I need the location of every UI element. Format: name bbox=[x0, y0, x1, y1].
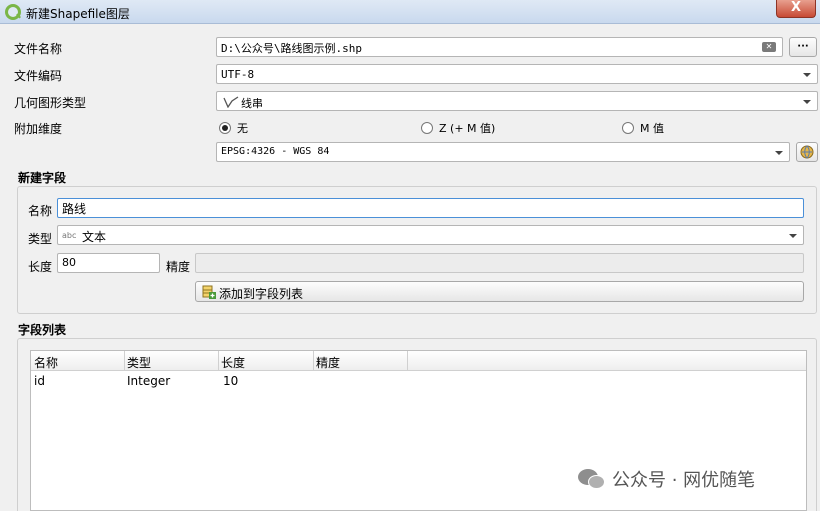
title-bar: 新建Shapefile图层 X bbox=[0, 0, 820, 24]
crs-select[interactable]: EPSG:4326 - WGS 84 bbox=[216, 142, 790, 162]
file-name-value: D:\公众号\路线图示例.shp bbox=[221, 42, 362, 55]
close-button[interactable]: X bbox=[776, 0, 816, 18]
window-title: 新建Shapefile图层 bbox=[26, 7, 130, 21]
field-length-value: 80 bbox=[62, 256, 76, 269]
crs-value: EPSG:4326 - WGS 84 bbox=[221, 146, 330, 157]
radio-none[interactable]: 无 bbox=[219, 120, 248, 136]
field-name-value: 路线 bbox=[62, 202, 87, 216]
field-name-label: 名称 bbox=[28, 204, 53, 218]
chevron-down-icon bbox=[789, 234, 797, 238]
add-to-field-list-label: 添加到字段列表 bbox=[219, 287, 304, 301]
column-header-length[interactable]: 长度 bbox=[221, 354, 245, 371]
chevron-down-icon bbox=[803, 100, 811, 104]
field-type-label: 类型 bbox=[28, 232, 53, 246]
cell-type: Integer bbox=[127, 374, 171, 388]
radio-dot-selected bbox=[219, 122, 231, 134]
field-length-input[interactable]: 80 bbox=[57, 253, 160, 273]
file-name-label: 文件名称 bbox=[14, 42, 63, 56]
field-type-value: 文本 bbox=[82, 230, 107, 244]
chevron-down-icon bbox=[775, 151, 783, 155]
radio-m[interactable]: M 值 bbox=[622, 120, 664, 136]
field-name-input[interactable]: 路线 bbox=[57, 198, 804, 218]
table-header: 名称 类型 长度 精度 bbox=[31, 351, 806, 371]
add-to-field-list-button[interactable]: 添加到字段列表 bbox=[195, 281, 804, 302]
new-field-section-title: 新建字段 bbox=[18, 171, 67, 185]
encoding-select[interactable]: UTF-8 bbox=[216, 64, 818, 84]
watermark-text: 公众号 · 网优随笔 bbox=[612, 470, 756, 491]
browse-button[interactable]: ··· bbox=[789, 37, 817, 57]
geometry-type-select[interactable]: 线串 bbox=[216, 91, 818, 111]
text-type-icon: abc bbox=[62, 231, 77, 240]
add-field-icon bbox=[202, 285, 216, 299]
dimension-label: 附加维度 bbox=[14, 122, 63, 136]
file-name-input[interactable]: D:\公众号\路线图示例.shp ✕ bbox=[216, 37, 783, 57]
line-geometry-icon bbox=[223, 96, 239, 108]
column-header-type[interactable]: 类型 bbox=[127, 354, 151, 371]
geometry-type-label: 几何图形类型 bbox=[14, 96, 87, 110]
qgis-logo-icon bbox=[5, 4, 21, 20]
globe-icon bbox=[800, 145, 814, 159]
cell-name: id bbox=[34, 374, 45, 388]
geometry-type-value: 线串 bbox=[241, 97, 263, 110]
column-header-precision[interactable]: 精度 bbox=[316, 354, 340, 371]
field-precision-label: 精度 bbox=[166, 260, 191, 274]
field-type-select[interactable]: abc 文本 bbox=[57, 225, 804, 245]
radio-z-m[interactable]: Z (+ M 值) bbox=[421, 120, 495, 136]
crs-picker-button[interactable] bbox=[796, 142, 818, 162]
clear-icon[interactable]: ✕ bbox=[762, 42, 776, 52]
radio-dot bbox=[421, 122, 433, 134]
field-length-label: 长度 bbox=[28, 260, 53, 274]
radio-dot bbox=[622, 122, 634, 134]
wechat-icon bbox=[578, 467, 606, 491]
chevron-down-icon bbox=[803, 73, 811, 77]
encoding-label: 文件编码 bbox=[14, 69, 63, 83]
watermark: 公众号 · 网优随笔 bbox=[578, 466, 755, 492]
column-header-name[interactable]: 名称 bbox=[34, 354, 58, 371]
field-precision-input[interactable] bbox=[195, 253, 804, 273]
field-list-section-title: 字段列表 bbox=[18, 323, 67, 337]
cell-length: 10 bbox=[223, 374, 239, 388]
encoding-value: UTF-8 bbox=[221, 68, 255, 81]
